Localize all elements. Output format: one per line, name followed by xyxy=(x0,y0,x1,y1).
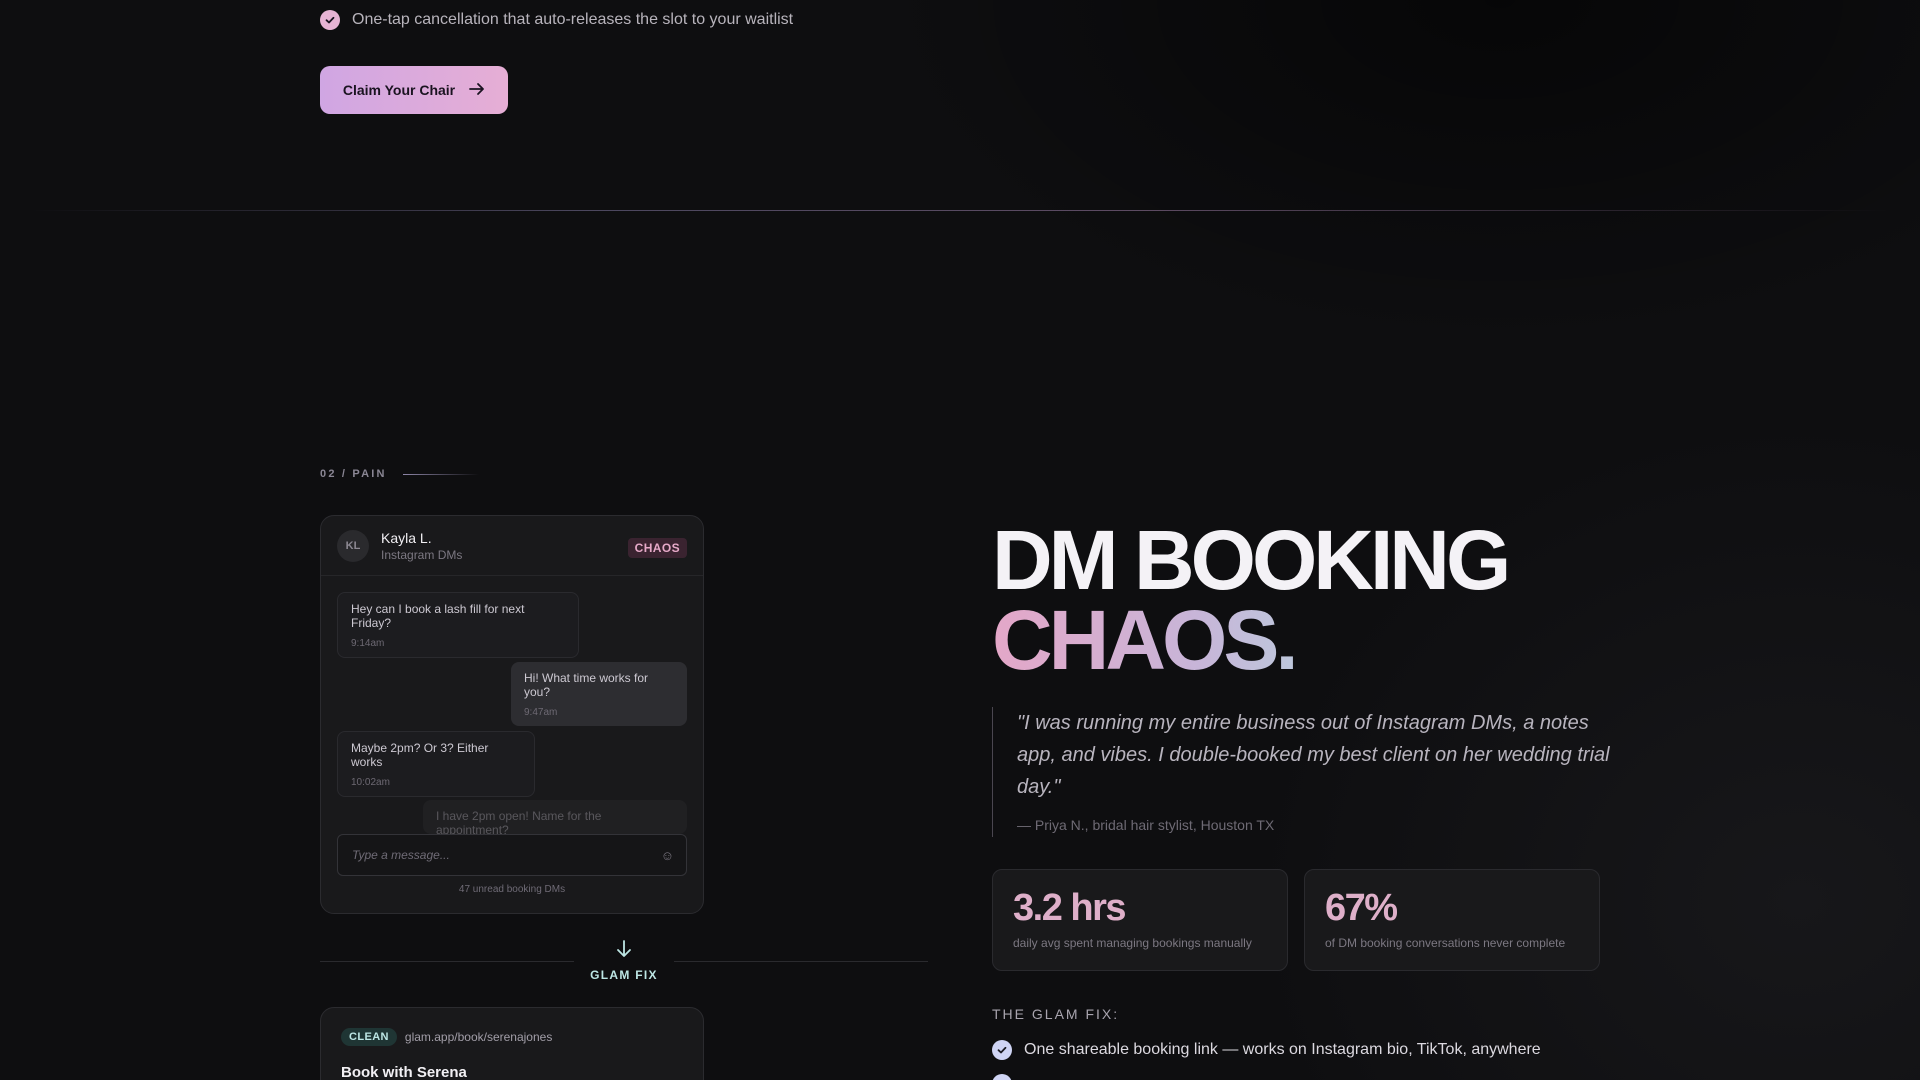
glam-fix-label: GLAM FIX xyxy=(590,968,658,982)
avatar: KL xyxy=(337,529,369,562)
fix-divider-left xyxy=(320,961,574,962)
message-bubble-incoming: Maybe 2pm? Or 3? Either works 10:02am xyxy=(337,731,535,797)
stat-description: of DM booking conversations never comple… xyxy=(1325,936,1566,950)
glam-fix-item-text: One shareable booking link — works on In… xyxy=(1024,1041,1541,1058)
message-time: 10:02am xyxy=(351,777,390,788)
message-text: Hey can I book a lash fill for next Frid… xyxy=(351,602,525,630)
check-circle-icon xyxy=(320,10,340,30)
message-time: 9:47am xyxy=(524,707,558,718)
contact-name: Kayla L. xyxy=(381,529,432,546)
arrow-down-icon xyxy=(574,940,674,962)
glam-fix-item: One shareable booking link — works on In… xyxy=(992,1040,1541,1060)
booking-url[interactable]: glam.app/book/serenajones xyxy=(405,1030,552,1044)
clean-booking-card: CLEAN glam.app/book/serenajones Book wit… xyxy=(320,1007,704,1080)
arrow-right-icon xyxy=(469,82,485,99)
cta-label: Claim Your Chair xyxy=(342,82,456,98)
chaos-badge: CHAOS xyxy=(627,538,687,558)
clean-badge: CLEAN xyxy=(341,1028,397,1046)
section-label: 02 / PAIN xyxy=(320,468,479,480)
headline-line-2: CHAOS. xyxy=(992,598,1507,682)
headline-line-1: DM BOOKING xyxy=(992,513,1511,607)
claim-chair-button[interactable]: Claim Your Chair xyxy=(320,66,508,114)
unread-count: 47 unread booking DMs xyxy=(458,884,566,895)
stat-card-percent: 67% of DM booking conversations never co… xyxy=(1304,869,1600,971)
section-label-text: 02 / PAIN xyxy=(320,468,387,480)
glam-fix-marker: GLAM FIX xyxy=(574,940,674,982)
message-input-wrapper: ☺ xyxy=(337,834,687,876)
chat-identity: Kayla L. Instagram DMs xyxy=(381,530,462,562)
emoji-icon[interactable]: ☺ xyxy=(661,848,674,863)
quote-text: "I was running my entire business out of… xyxy=(1017,712,1610,798)
message-time: 9:14am xyxy=(351,638,385,649)
check-circle-icon xyxy=(992,1040,1012,1060)
page-headline: DM BOOKING CHAOS. xyxy=(992,513,1511,682)
stat-value: 3.2 hrs xyxy=(1013,887,1127,929)
message-text: Maybe 2pm? Or 3? Either works xyxy=(351,741,489,769)
glam-fix-heading: THE GLAM FIX: xyxy=(992,1006,1120,1022)
fix-divider-right xyxy=(674,961,928,962)
booking-title: Book with Serena xyxy=(341,1064,467,1080)
glam-fix-item-partial xyxy=(992,1074,1012,1080)
message-text: I have 2pm open! Name for the appointmen… xyxy=(436,809,602,834)
clean-row: CLEAN glam.app/book/serenajones xyxy=(341,1028,683,1046)
section-label-rule xyxy=(402,473,479,475)
message-input[interactable] xyxy=(350,847,661,863)
feature-text: One-tap cancellation that auto-releases … xyxy=(352,11,794,28)
page: One-tap cancellation that auto-releases … xyxy=(0,0,1920,1080)
dm-chat-card: KL Kayla L. Instagram DMs CHAOS Hey can … xyxy=(320,515,704,914)
chat-header: KL Kayla L. Instagram DMs CHAOS xyxy=(321,516,703,576)
section-divider xyxy=(30,210,1890,211)
message-bubble-outgoing: I have 2pm open! Name for the appointmen… xyxy=(423,800,687,834)
message-bubble-outgoing: Hi! What time works for you? 9:47am xyxy=(511,662,687,726)
stat-value: 67% xyxy=(1325,887,1398,929)
quote-attribution: — Priya N., bridal hair stylist, Houston… xyxy=(1017,817,1275,833)
stat-description: daily avg spent managing bookings manual… xyxy=(1013,936,1252,950)
message-bubble-incoming: Hey can I book a lash fill for next Frid… xyxy=(337,592,579,658)
testimonial-quote: "I was running my entire business out of… xyxy=(992,707,1612,837)
contact-source: Instagram DMs xyxy=(381,547,463,562)
chat-messages: Hey can I book a lash fill for next Frid… xyxy=(321,576,703,834)
message-text: Hi! What time works for you? xyxy=(524,671,649,699)
check-circle-icon xyxy=(992,1074,1012,1080)
feature-item-cancellation: One-tap cancellation that auto-releases … xyxy=(320,10,793,30)
stat-card-hours: 3.2 hrs daily avg spent managing booking… xyxy=(992,869,1288,971)
